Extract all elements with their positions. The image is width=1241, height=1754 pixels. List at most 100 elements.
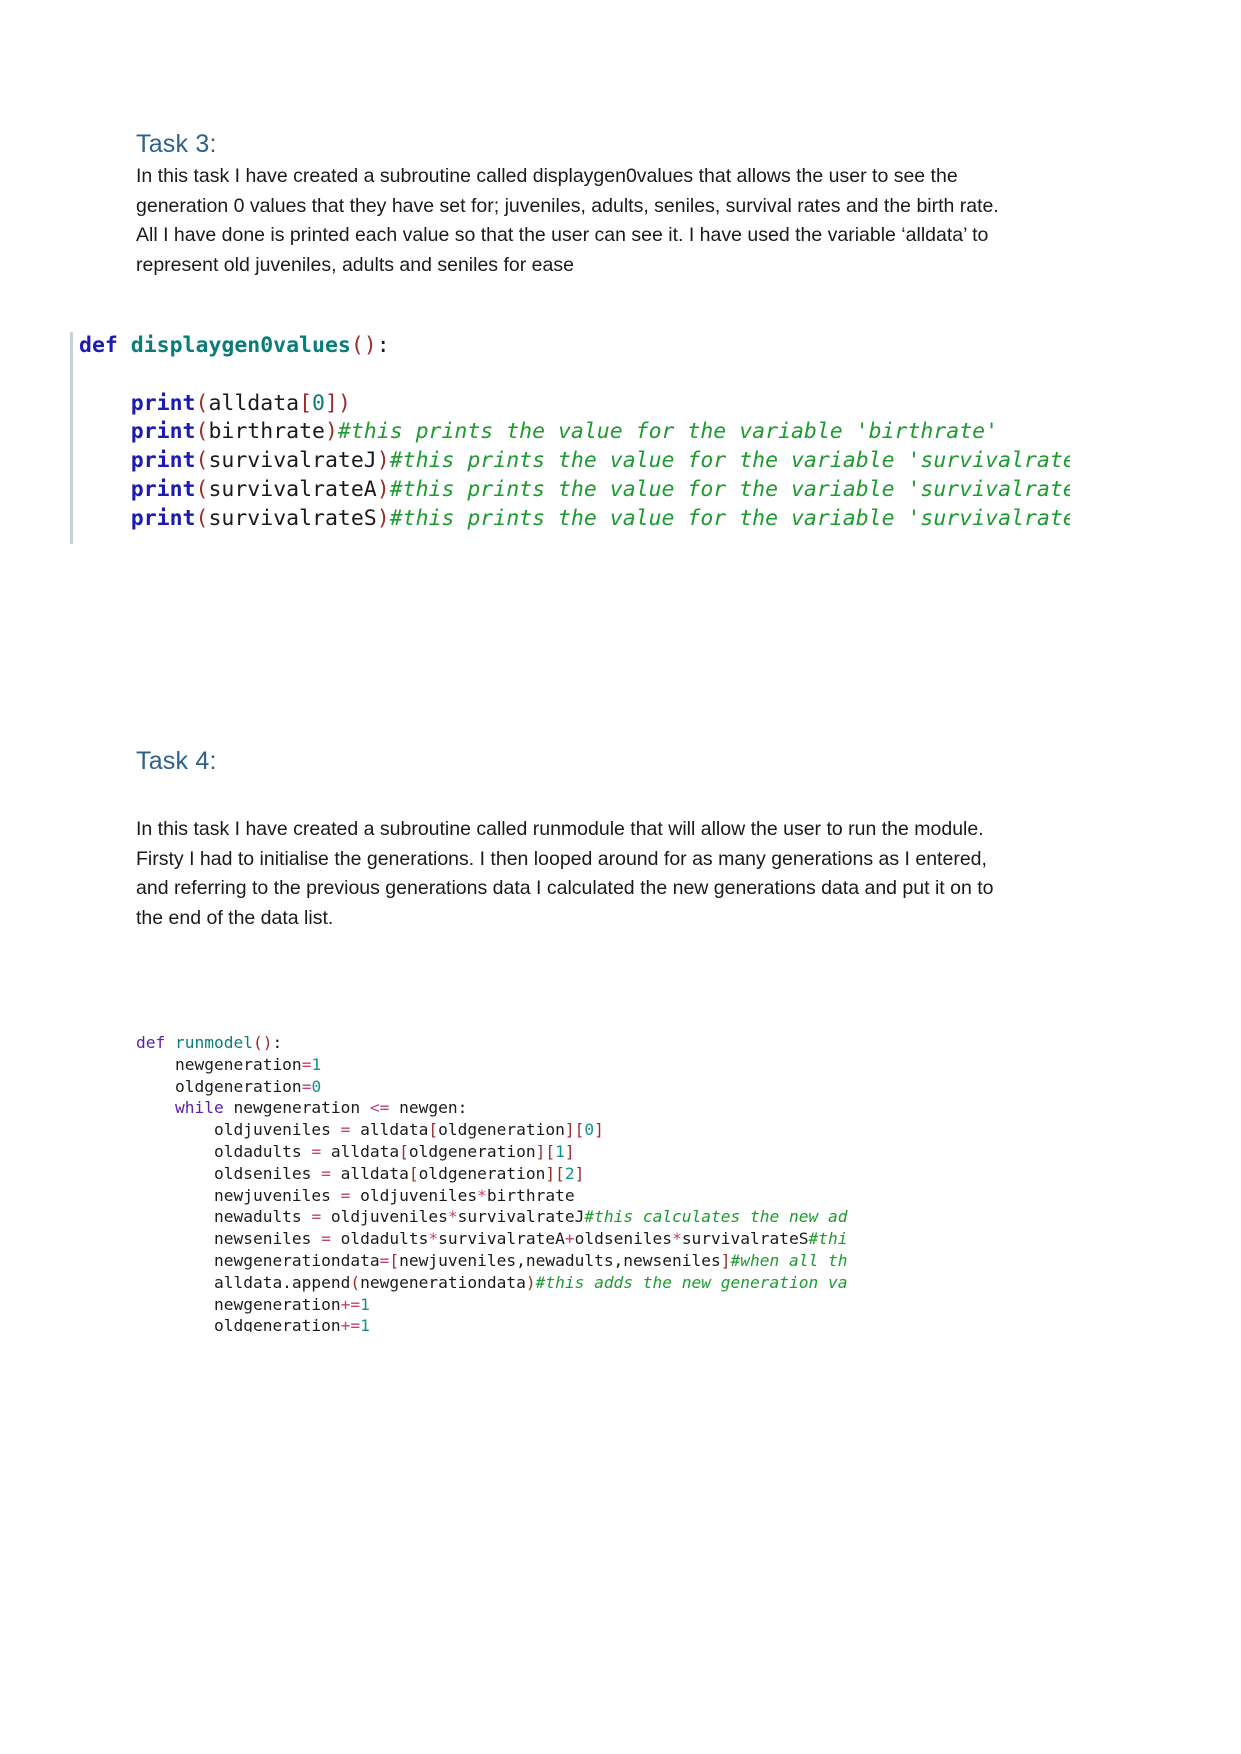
code-line: newgenerationdata=[newjuveniles,newadult… [136, 1250, 906, 1272]
code-line: oldadults = alldata[oldgeneration][1] [136, 1141, 906, 1163]
task-3-paragraph-line: represent old juveniles, adults and seni… [136, 253, 574, 276]
code-token-bracket: ] [720, 1250, 731, 1270]
code-token-bracket: ] [324, 390, 338, 416]
code-token-number: 0 [312, 390, 325, 416]
code-token-plain: alldata [330, 1163, 409, 1183]
code-token-operator: * [477, 1185, 487, 1205]
code-token-bracket: ] [564, 1120, 575, 1140]
code-line: def displaygen0values(): [79, 332, 1070, 361]
code-line: newseniles = oldadults * survivalrateA+old… [136, 1228, 906, 1250]
task-3-code-block: def displaygen0values(): print(alldata[0… [70, 332, 1070, 544]
code-line: print(survivalrateA)#this prints the val… [79, 476, 1070, 505]
code-token-paren: ( [195, 505, 209, 531]
code-token-paren: ( [195, 448, 209, 474]
code-token-bracket: [ [399, 1141, 409, 1161]
code-token-bracket: ] [564, 1141, 575, 1161]
code-token-operator: = [301, 1054, 312, 1074]
code-line: print(survivalrateJ)#this prints the val… [79, 447, 1070, 476]
code-token-operator: = [379, 1250, 390, 1270]
code-token-paren: ) [525, 1272, 536, 1292]
code-token-number: 1 [555, 1141, 565, 1161]
task-4-paragraph-line: the end of the data list. [136, 906, 334, 929]
code-token-number: 0 [584, 1120, 595, 1140]
code-token-function-def: displaygen0values [130, 333, 351, 358]
code-line: alldata.append(newgenerationdata)#this a… [136, 1272, 906, 1294]
code-token-operator: * [672, 1229, 682, 1249]
code-token-paren: ) [376, 448, 390, 474]
code-line: oldseniles = alldata[oldgeneration][2] [136, 1163, 906, 1185]
code-token-bracket: [ [299, 390, 313, 416]
code-token-keyword: while [174, 1098, 234, 1118]
code-token-operator: += [340, 1316, 361, 1332]
code-token-operator: * [447, 1207, 458, 1227]
code-token-plain: oldjuveniles [136, 1120, 341, 1140]
code-token-plain: oldgeneration [438, 1120, 565, 1140]
code-token-operator: = [311, 1207, 322, 1227]
code-token-comment: #this prints the value for the variable … [389, 505, 1070, 531]
task-4-paragraph-line: In this task I have created a subroutine… [136, 818, 984, 840]
code-token-bracket: ] [594, 1120, 604, 1140]
code-token-plain: alldata [321, 1141, 400, 1161]
code-line: oldgeneration=0 [136, 1076, 906, 1098]
code-token-operator: = [301, 1076, 312, 1096]
code-token-builtin: print [130, 476, 196, 502]
code-token-builtin: print [130, 448, 196, 474]
code-token-plain: survivalrateA [208, 476, 377, 502]
code-token-operator: + [564, 1229, 575, 1249]
code-token-plain: oldseniles [136, 1163, 322, 1183]
code-token-bracket: [ [428, 1120, 439, 1140]
code-token-paren: ( [195, 476, 209, 502]
task-3-paragraph: In this task I have created a subroutine… [136, 162, 1006, 280]
code-token-number: 2 [564, 1163, 575, 1183]
code-token-plain: survivalrateJ [457, 1207, 585, 1227]
code-token-plain: newgenerationdata [136, 1250, 380, 1270]
code-token-plain: oldgeneration [418, 1163, 546, 1183]
code-token-plain: newgeneration [136, 1294, 341, 1314]
code-line: newjuveniles = oldjuveniles*birthrate [136, 1185, 906, 1207]
code-token-comment: #this adds the new generation va [535, 1272, 848, 1292]
code-token-bracket: [ [555, 1163, 565, 1183]
code-token-plain: oldseniles [574, 1229, 673, 1249]
code-token-operator: = [340, 1185, 351, 1205]
code-token-keyword: def [79, 333, 131, 358]
code-token-comment: #when all th [730, 1250, 848, 1270]
code-token-plain: oldgeneration [408, 1141, 536, 1161]
code-token-function-def: runmodel [174, 1033, 253, 1052]
code-token-plain: birthrate [208, 419, 325, 445]
task-4-paragraph-line: and referring to the previous generation… [136, 877, 994, 899]
code-token-paren: ) [337, 390, 351, 416]
code-token-bracket: [ [545, 1141, 556, 1161]
code-token-plain: oldadults [330, 1229, 429, 1249]
code-token-plain: oldjuveniles [350, 1185, 478, 1205]
code-line: print(alldata[0]) [79, 390, 1070, 419]
code-token-operator: <= [369, 1098, 390, 1118]
code-token-number: 1 [360, 1294, 370, 1314]
code-token-operator: += [340, 1294, 361, 1314]
code-line: newgeneration+=1 [136, 1294, 906, 1316]
code-token-builtin: print [130, 505, 196, 531]
code-token-paren: () [252, 1033, 273, 1052]
code-token-comment: #this prints the value for the variable … [337, 419, 999, 445]
task-4-paragraph: In this task I have created a subroutine… [136, 815, 1006, 933]
code-token-plain: newadults [136, 1207, 312, 1227]
code-token-paren: ( [195, 419, 209, 445]
code-token-plain: newgen: [389, 1098, 468, 1118]
code-token-plain: newjuveniles,newadults,newseniles [399, 1250, 721, 1270]
code-line: oldgeneration+=1 [136, 1315, 906, 1332]
code-token-plain: newgeneration [233, 1098, 370, 1118]
code-token-plain: newseniles [136, 1229, 322, 1249]
code-token-paren: ( [195, 390, 209, 416]
code-token-plain: survivalrateA [438, 1229, 565, 1249]
code-token-operator: = [321, 1229, 331, 1249]
task-4-paragraph-line: Firsty I had to initialise the generatio… [136, 847, 987, 870]
task-4-heading: Task 4: [136, 747, 217, 775]
code-token-comment: #this calculates the new ad [584, 1207, 848, 1227]
code-token-plain: : [272, 1033, 283, 1052]
code-line: while newgeneration <= newgen: [136, 1097, 906, 1119]
code-token-operator: = [311, 1141, 322, 1161]
